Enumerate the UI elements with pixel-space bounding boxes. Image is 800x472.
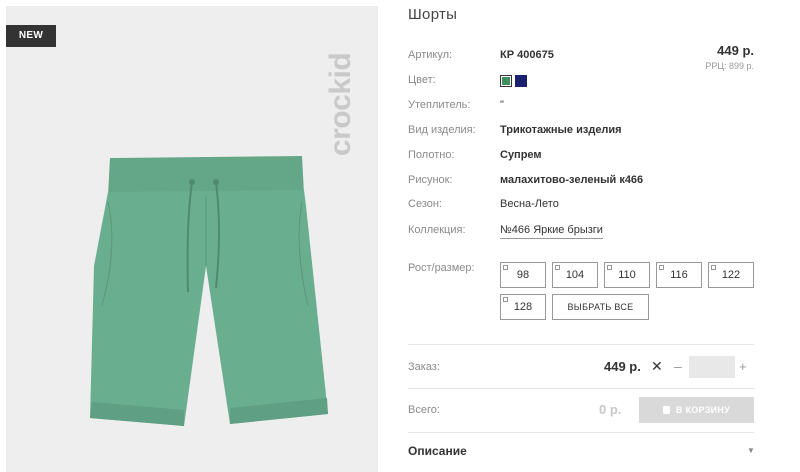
divider — [408, 388, 754, 389]
checkbox-icon — [607, 265, 612, 270]
add-to-cart-label: В КОРЗИНУ — [675, 405, 731, 415]
shorts-illustration — [90, 156, 328, 426]
article-value: КР 400675 — [500, 49, 554, 61]
recommended-retail-price: РРЦ: 899 р. — [705, 61, 754, 71]
fabric-value: Супрем — [500, 149, 542, 161]
collection-label: Коллекция: — [408, 224, 466, 236]
divider — [408, 344, 754, 345]
quantity-input[interactable] — [689, 356, 735, 378]
checkbox-icon — [711, 265, 716, 270]
checkbox-icon — [659, 265, 664, 270]
brand-logo: crockid — [324, 52, 357, 156]
color-swatch-navy[interactable] — [515, 75, 527, 87]
product-title: Шорты — [408, 6, 458, 23]
checkbox-icon — [503, 265, 508, 270]
collection-link[interactable]: №466 Яркие брызги — [500, 224, 603, 239]
product-price: 449 р. — [717, 43, 754, 58]
chevron-down-icon[interactable]: ▼ — [747, 446, 755, 455]
multiply-icon: ✕ — [651, 358, 663, 374]
description-toggle[interactable]: Описание — [408, 444, 467, 458]
pattern-value: малахитово-зеленый к466 — [500, 174, 644, 186]
kind-label: Вид изделия: — [408, 124, 476, 136]
quantity-decrease-button[interactable]: – — [674, 358, 682, 374]
size-option-110[interactable]: 110 — [604, 262, 650, 288]
size-option-104[interactable]: 104 — [552, 262, 598, 288]
color-swatch-green[interactable] — [500, 75, 512, 87]
checkbox-icon — [503, 297, 508, 302]
insulation-label: Утеплитель: — [408, 99, 471, 111]
article-label: Артикул: — [408, 49, 453, 61]
add-to-cart-button[interactable]: В КОРЗИНУ — [639, 397, 754, 423]
select-all-sizes-button[interactable]: ВЫБРАТЬ ВСЕ — [552, 294, 649, 320]
season-value: Весна-Лето — [500, 198, 559, 210]
size-option-122[interactable]: 122 — [708, 262, 754, 288]
product-image[interactable]: NEW crockid — [6, 6, 378, 472]
size-option-label: 122 — [721, 269, 741, 281]
size-option-label: 128 — [513, 301, 533, 313]
total-label: Всего: — [408, 404, 440, 416]
size-option-label: 110 — [618, 269, 636, 281]
shopping-bag-icon — [662, 406, 670, 414]
season-label: Сезон: — [408, 198, 442, 210]
size-option-label: 116 — [670, 269, 688, 281]
quantity-increase-button[interactable]: + — [739, 359, 747, 374]
size-option-label: 104 — [565, 269, 585, 281]
checkbox-icon — [555, 265, 560, 270]
kind-value: Трикотажные изделия — [500, 124, 622, 136]
new-badge: NEW — [6, 25, 56, 47]
size-option-116[interactable]: 116 — [656, 262, 702, 288]
fabric-label: Полотно: — [408, 149, 455, 161]
pattern-label: Рисунок: — [408, 174, 453, 186]
size-option-98[interactable]: 98 — [500, 262, 546, 288]
collection-value-wrap: №466 Яркие брызги — [500, 224, 603, 239]
insulation-value: " — [500, 99, 504, 111]
divider — [408, 432, 754, 433]
size-option-label: 98 — [516, 269, 530, 281]
order-label: Заказ: — [408, 361, 440, 373]
size-option-128[interactable]: 128 — [500, 294, 546, 320]
sizes-label: Рост/размер: — [408, 262, 475, 274]
total-value: 0 р. — [599, 402, 622, 417]
order-price: 449 р. — [604, 359, 641, 374]
color-label: Цвет: — [408, 74, 436, 86]
